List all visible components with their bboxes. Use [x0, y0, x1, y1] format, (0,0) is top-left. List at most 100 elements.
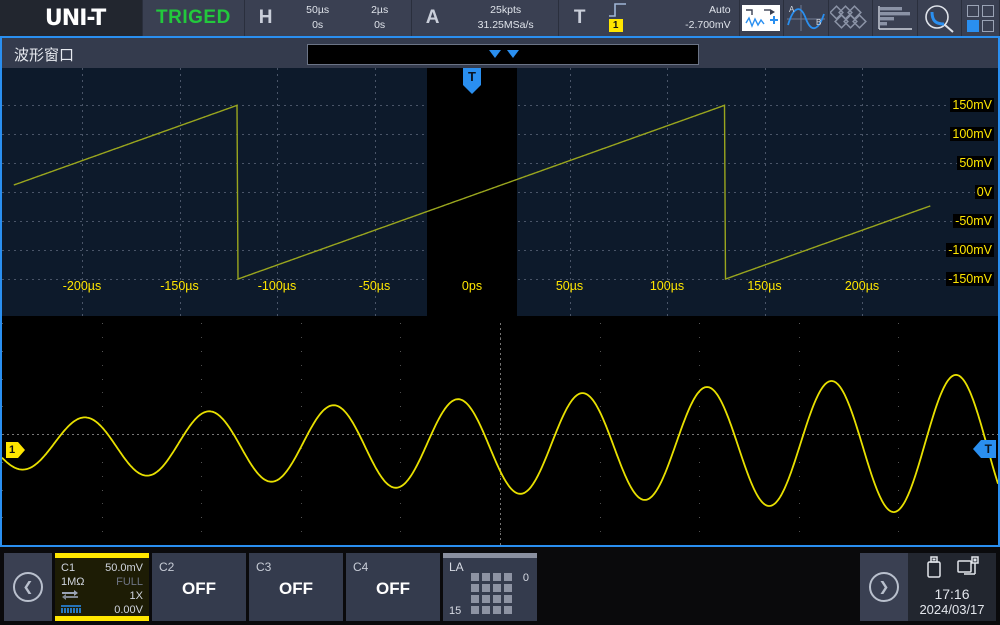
usb-icon [925, 556, 943, 583]
svg-text:A: A [789, 5, 795, 14]
la-bottom-index: 15 [449, 605, 461, 617]
sample-rate: 31.25MSa/s [454, 18, 558, 33]
zoom-plot[interactable]: 1 T [2, 323, 998, 545]
math-icon[interactable]: A B [784, 0, 829, 36]
trigger-status-text: TRIGED [156, 7, 231, 29]
bandwidth-icon [61, 604, 81, 617]
acquire-section[interactable]: A 25kpts 31.25MSa/s [412, 0, 559, 36]
trigger-level-marker[interactable]: T [973, 440, 996, 458]
prev-page-button[interactable]: ❮ [4, 553, 52, 621]
page-title: 波形窗口 [14, 44, 74, 65]
logic-analyzer-button[interactable]: LA 0 15 [443, 553, 537, 621]
c2-state: OFF [152, 574, 246, 599]
c3-name: C3 [249, 560, 343, 574]
c1-impedance: 1MΩ [61, 576, 85, 588]
c2-name: C2 [152, 560, 246, 574]
horizontal-main-scale: 50µs [287, 3, 349, 18]
channel-button-c2[interactable]: C2 OFF [152, 553, 246, 621]
voltage-tick-label: 100mV [950, 127, 994, 141]
trigger-position-marker[interactable]: T [463, 68, 481, 94]
zoom-marker-left-icon[interactable] [489, 50, 501, 58]
main-sawtooth-path [14, 105, 931, 279]
horizontal-values: 50µs 2µs 0s 0s [287, 3, 411, 33]
la-label: LA [449, 560, 464, 574]
clock-date: 2024/03/17 [919, 603, 984, 618]
layout-cell-1[interactable] [967, 5, 979, 17]
layout-grid-icon[interactable] [962, 0, 1000, 36]
voltage-tick-label: 0V [975, 185, 994, 199]
top-toolbar: UNI-T TRIGED H 50µs 2µs 0s 0s A 25kpts [0, 0, 1000, 36]
time-tick-label: 50µs [556, 279, 583, 293]
voltage-tick-label: -50mV [953, 214, 994, 228]
trigger-letter: T [559, 7, 601, 29]
clock-status[interactable]: 17:16 2024/03/17 [908, 553, 996, 621]
c1-probe: 1X [130, 590, 143, 602]
voltage-tick-label: -100mV [946, 243, 994, 257]
main-timebase-plot[interactable]: 150mV 100mV 50mV 0V -50mV -100mV -150mV T -200… [2, 68, 998, 316]
dc-coupling-icon [61, 589, 79, 603]
trigger-source-badge: 1 [609, 19, 623, 32]
voltage-tick-label: 150mV [950, 98, 994, 112]
next-page-button[interactable]: ❯ [860, 553, 908, 621]
c1-scale: 50.0mV [105, 562, 143, 574]
horizontal-zoom-delay: 0s [349, 18, 411, 33]
bottom-status-bar: ❮ C1 50.0mV 1MΩ FULL [0, 549, 1000, 625]
zoom-waveform-trace [2, 323, 998, 545]
horizontal-main-delay: 0s [287, 18, 349, 33]
histogram-icon[interactable] [873, 0, 918, 36]
rising-edge-icon[interactable]: 1 [601, 0, 635, 36]
brand-logo-text: UNI-T [37, 6, 105, 31]
channel-button-c3[interactable]: C3 OFF [249, 553, 343, 621]
layout-cell-2[interactable] [982, 5, 994, 17]
zoom-sine-path [2, 375, 998, 512]
c1-name: C1 [61, 562, 75, 574]
chevron-left-circle-icon: ❮ [13, 572, 43, 602]
time-tick-label: 150µs [747, 279, 781, 293]
channel-button-c1[interactable]: C1 50.0mV 1MΩ FULL 1X [55, 553, 149, 621]
trigger-section[interactable]: T 1 Auto -2.700mV [559, 0, 740, 36]
horizontal-section[interactable]: H 50µs 2µs 0s 0s [245, 0, 412, 36]
la-top-index: 0 [523, 572, 529, 584]
svg-text:B: B [816, 18, 821, 27]
time-tick-label: 0ps [462, 279, 482, 293]
trigger-mode: Auto [635, 3, 731, 18]
clock-time: 17:16 [934, 586, 969, 602]
acquire-letter: A [412, 7, 454, 29]
time-tick-label: 200µs [845, 279, 879, 293]
time-tick-label: -50µs [359, 279, 391, 293]
time-tick-label: -150µs [160, 279, 198, 293]
acquire-values: 25kpts 31.25MSa/s [454, 3, 558, 33]
layout-cell-4[interactable] [982, 20, 994, 32]
trigger-status: TRIGED [143, 0, 244, 36]
trigger-level: -2.700mV [635, 18, 731, 33]
channel1-ground-marker[interactable]: 1 [6, 441, 25, 458]
la-channel-grid-icon [471, 573, 512, 614]
zoom-marker-right-icon[interactable] [507, 50, 519, 58]
time-tick-label: -200µs [63, 279, 101, 293]
horizontal-letter: H [245, 7, 287, 29]
memory-depth: 25kpts [454, 3, 558, 18]
waveform-window: 波形窗口 150mV 100mV 50mV 0V -50mV -100mV -150mV T… [0, 36, 1000, 547]
la-highlight-top [443, 553, 537, 558]
c4-name: C4 [346, 560, 440, 574]
c4-state: OFF [346, 574, 440, 599]
voltage-tick-label: -150mV [946, 272, 994, 286]
time-tick-label: -100µs [258, 279, 296, 293]
waveform-title-bar: 波形窗口 [2, 38, 998, 68]
c1-bandwidth: FULL [116, 576, 143, 588]
c1-offset: 0.00V [114, 604, 143, 616]
decode-icon[interactable] [829, 0, 874, 36]
lan-icon [957, 556, 979, 583]
zoom-search-icon[interactable] [918, 0, 963, 36]
layout-cell-3[interactable] [967, 20, 979, 32]
measure-icon[interactable] [740, 0, 785, 36]
time-tick-label: 100µs [650, 279, 684, 293]
oscilloscope-screen: UNI-T TRIGED H 50µs 2µs 0s 0s A 25kpts [0, 0, 1000, 625]
plot-separator [2, 316, 998, 323]
trigger-values: Auto -2.700mV [635, 3, 739, 33]
horizontal-zoom-scale: 2µs [349, 3, 411, 18]
zoom-position-bar[interactable] [307, 44, 699, 65]
channel-button-c4[interactable]: C4 OFF [346, 553, 440, 621]
chevron-right-circle-icon: ❯ [869, 572, 899, 602]
voltage-tick-label: 50mV [957, 156, 994, 170]
